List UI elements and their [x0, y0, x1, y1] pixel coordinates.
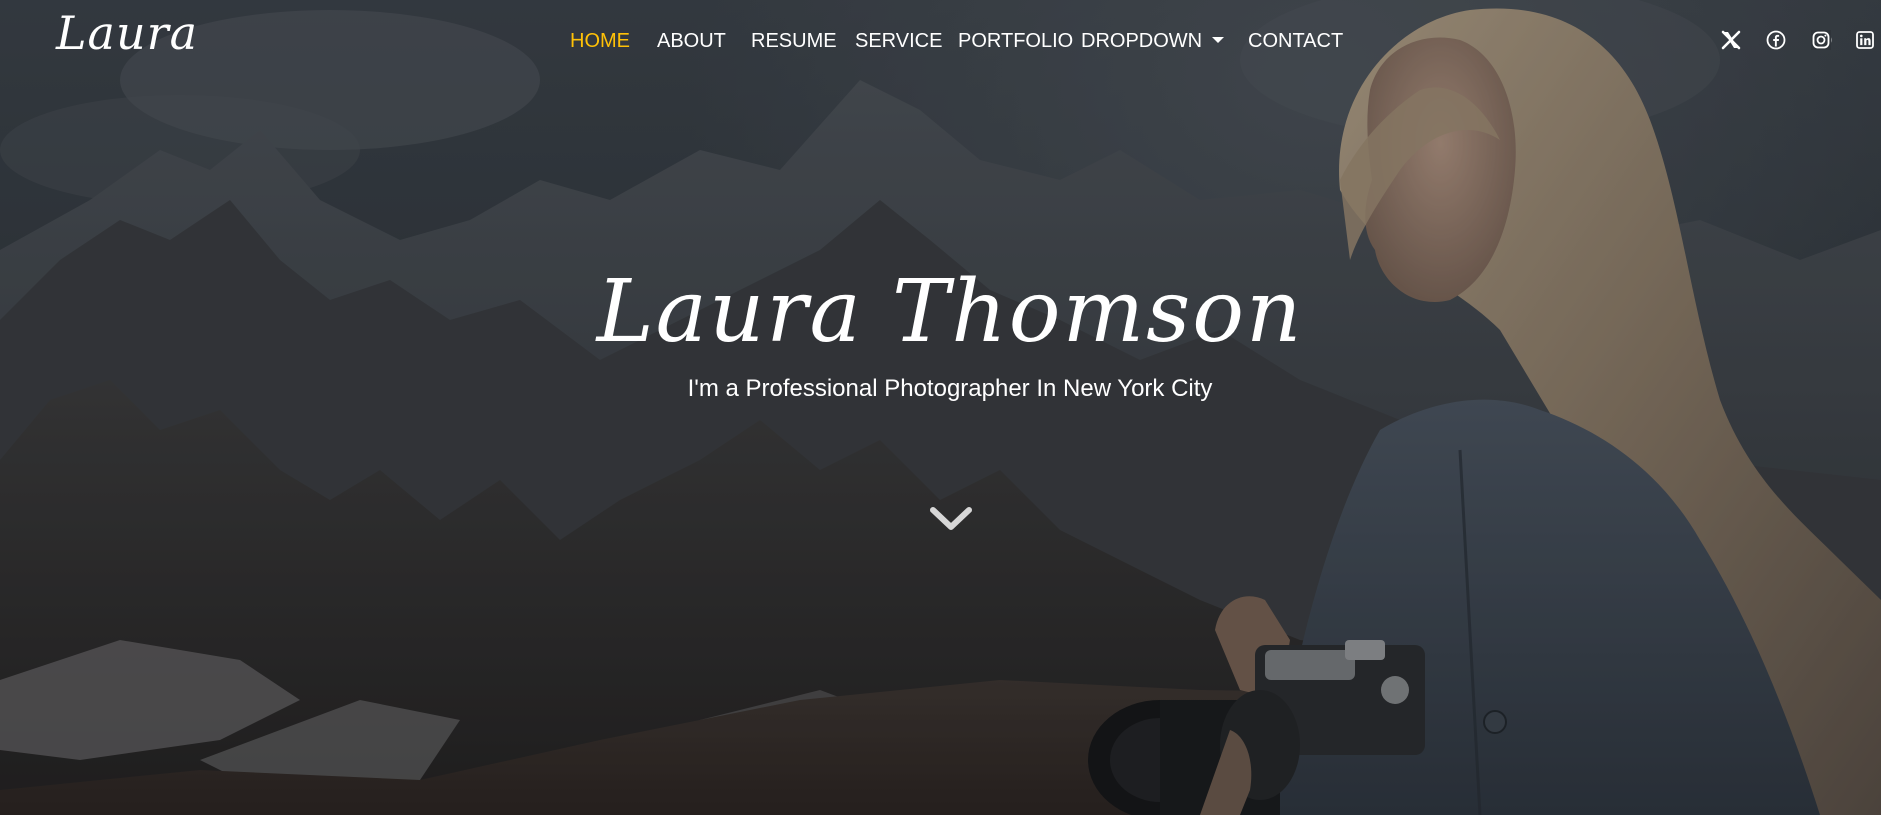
hero-title: Laura Thomson — [596, 262, 1304, 362]
nav-resume[interactable]: RESUME — [751, 26, 837, 56]
nav-portfolio[interactable]: PORTFOLIO — [958, 26, 1073, 56]
site-header: Laura HOME ABOUT RESUME SERVICE PORTFOLI… — [0, 0, 1881, 80]
hero-dark-overlay — [0, 0, 1881, 815]
hero-section: Laura HOME ABOUT RESUME SERVICE PORTFOLI… — [0, 0, 1881, 815]
caret-down-icon — [1212, 37, 1225, 43]
main-nav: HOME ABOUT RESUME SERVICE PORTFOLIO DROP… — [0, 26, 1881, 56]
nav-home[interactable]: HOME — [570, 26, 630, 56]
nav-dropdown[interactable]: DROPDOWN — [1081, 26, 1225, 56]
nav-dropdown-label: DROPDOWN — [1081, 30, 1203, 52]
linkedin-icon[interactable] — [1853, 28, 1877, 52]
chevron-down-icon[interactable] — [929, 500, 973, 536]
hero-subtitle: I'm a Professional Photographer In New Y… — [687, 375, 1213, 402]
nav-about[interactable]: ABOUT — [657, 26, 726, 56]
facebook-icon-alt[interactable] — [1764, 28, 1788, 52]
x-icon[interactable] — [1719, 28, 1743, 52]
nav-service[interactable]: SERVICE — [855, 26, 942, 56]
instagram-icon[interactable] — [1809, 28, 1833, 52]
nav-contact[interactable]: CONTACT — [1248, 26, 1343, 56]
